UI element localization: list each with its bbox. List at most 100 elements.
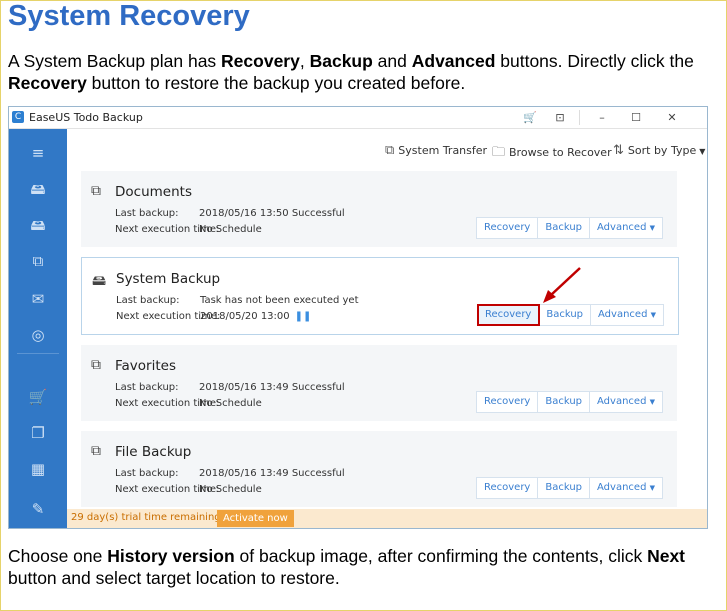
browse-to-recover-label: Browse to Recover	[509, 146, 612, 159]
intro-bold-backup: Backup	[309, 51, 373, 71]
last-backup-row: Last backup: 2018/05/16 13:49 Successful	[115, 468, 345, 479]
close-icon[interactable]: ✕	[659, 109, 685, 126]
sort-by-type-button[interactable]: ⇅ Sort by Type ▼	[613, 143, 705, 158]
plan-card-file-backup[interactable]: ⧉ File Backup Last backup: 2018/05/16 13:…	[81, 431, 677, 507]
advanced-button[interactable]: Advanced ▼	[590, 478, 662, 498]
next-execution-value: 2018/05/20 13:00	[200, 311, 290, 322]
recovery-button[interactable]: Recovery	[477, 218, 539, 238]
last-backup-label: Last backup:	[115, 208, 179, 219]
last-backup-row: Last backup: 2018/05/16 13:49 Successful	[115, 382, 345, 393]
last-backup-value: 2018/05/16 13:50 Successful	[199, 208, 345, 219]
maximize-icon[interactable]: ☐	[623, 109, 649, 126]
smart-backup-icon[interactable]: ◎	[9, 325, 67, 345]
plan-card-system-backup[interactable]: 🖴 System Backup Last backup: Task has not…	[81, 257, 679, 335]
minimize-icon[interactable]: –	[589, 109, 615, 126]
intro-paragraph: A System Backup plan has Recovery, Backu…	[8, 50, 713, 94]
file-backup-icon: ⧉	[91, 443, 101, 459]
folder-icon: 🗀	[492, 145, 506, 160]
title-bar: C EaseUS Todo Backup 🛒 ⊡ – ☐ ✕	[9, 107, 707, 129]
last-backup-value: 2018/05/16 13:49 Successful	[199, 468, 345, 479]
advanced-label: Advanced	[597, 482, 647, 493]
sort-by-type-label: Sort by Type	[627, 144, 697, 157]
system-backup-icon[interactable]: 🖴	[9, 215, 67, 235]
chevron-down-icon: ▼	[649, 398, 655, 406]
sidebar-divider	[17, 353, 59, 354]
favorites-icon: ⧉	[91, 357, 101, 373]
backup-button[interactable]: Backup	[539, 305, 592, 325]
chevron-down-icon: ▼	[649, 224, 655, 232]
chevron-down-icon: ▼	[699, 147, 706, 156]
plan-name: System Backup	[116, 271, 221, 287]
plan-actions: Recovery Backup Advanced ▼	[475, 217, 663, 239]
plan-actions: Recovery Backup Advanced ▼	[475, 391, 663, 413]
backup-button[interactable]: Backup	[538, 478, 591, 498]
system-backup-icon: 🖴	[92, 273, 107, 289]
next-execution-value: No Schedule	[199, 484, 262, 495]
mail-backup-icon[interactable]: ✉	[9, 289, 67, 309]
intro-text-4: buttons. Directly click the	[495, 51, 694, 71]
plan-actions: Recovery Backup Advanced ▼	[476, 304, 664, 326]
recovery-button[interactable]: Recovery	[476, 304, 541, 326]
advanced-button[interactable]: Advanced ▼	[590, 218, 662, 238]
outro-text-2: of backup image, after confirming the co…	[234, 546, 648, 566]
activate-now-button[interactable]: Activate now	[217, 510, 294, 527]
system-transfer-icon: ⧉	[385, 143, 395, 158]
settings-wrench-icon[interactable]: ✎	[9, 499, 67, 519]
plan-name: Favorites	[115, 358, 176, 374]
browse-to-recover-button[interactable]: 🗀 Browse to Recover	[492, 143, 612, 165]
system-transfer-button[interactable]: ⧉ System Transfer	[385, 143, 487, 158]
pause-icon[interactable]: ❚❚	[295, 311, 312, 322]
status-bar: 29 day(s) trial time remaining. Activate…	[67, 509, 707, 528]
outro-bold-next: Next	[647, 546, 686, 566]
advanced-button[interactable]: Advanced ▼	[591, 305, 663, 325]
backup-button[interactable]: Backup	[538, 218, 591, 238]
intro-text-2: ,	[299, 51, 310, 71]
cart-icon[interactable]: 🛒	[9, 387, 67, 407]
last-backup-label: Last backup:	[116, 295, 180, 306]
disk-backup-icon[interactable]: 🖴	[9, 179, 67, 199]
plan-actions: Recovery Backup Advanced ▼	[475, 477, 663, 499]
plan-card-documents[interactable]: ⧉ Documents Last backup: 2018/05/16 13:50…	[81, 171, 677, 247]
clone-icon[interactable]: ❐	[9, 423, 67, 443]
last-backup-label: Last backup:	[115, 468, 179, 479]
chevron-down-icon: ▼	[649, 484, 655, 492]
outro-bold-history-version: History version	[107, 546, 235, 566]
intro-text-3: and	[372, 51, 412, 71]
plan-card-favorites[interactable]: ⧉ Favorites Last backup: 2018/05/16 13:49…	[81, 345, 677, 421]
recovery-button[interactable]: Recovery	[477, 392, 539, 412]
advanced-label: Advanced	[598, 309, 648, 320]
last-backup-value: Task has not been executed yet	[200, 295, 359, 306]
next-execution-label: Next execution time:	[115, 484, 220, 495]
last-backup-row: Last backup: 2018/05/16 13:50 Successful	[115, 208, 345, 219]
outro-text-3: button and select target location to res…	[8, 568, 340, 588]
next-execution-value: No Schedule	[199, 224, 262, 235]
advanced-label: Advanced	[597, 222, 647, 233]
chevron-down-icon: ▼	[650, 311, 656, 319]
app-window: C EaseUS Todo Backup 🛒 ⊡ – ☐ ✕ ≡ 🖴 🖴 ⧉ ✉…	[8, 106, 708, 529]
intro-bold-recovery-2: Recovery	[8, 73, 87, 93]
restore-icon[interactable]: ⊡	[547, 109, 573, 126]
backup-button[interactable]: Backup	[538, 392, 591, 412]
advanced-button[interactable]: Advanced ▼	[590, 392, 662, 412]
next-execution-row: Next execution time:No Schedule	[115, 484, 262, 495]
advanced-label: Advanced	[597, 396, 647, 407]
plan-name: File Backup	[115, 444, 192, 460]
sidebar: ≡ 🖴 🖴 ⧉ ✉ ◎ 🛒 ❐ ▦ ✎	[9, 129, 67, 528]
recovery-button[interactable]: Recovery	[477, 478, 539, 498]
title-separator	[579, 110, 580, 125]
file-backup-icon[interactable]: ⧉	[9, 251, 67, 271]
sort-icon: ⇅	[613, 143, 624, 158]
last-backup-row: Last backup: Task has not been executed y…	[116, 295, 359, 306]
page-title: System Recovery	[8, 0, 250, 32]
main-content: ⧉ System Transfer 🗀 Browse to Recover ⇅ Sor…	[67, 129, 707, 528]
intro-bold-advanced: Advanced	[411, 51, 496, 71]
next-execution-value: No Schedule	[199, 398, 262, 409]
outro-text-1: Choose one	[8, 546, 108, 566]
menu-icon[interactable]: ≡	[9, 143, 67, 163]
next-execution-label: Next execution time:	[115, 224, 220, 235]
intro-bold-recovery: Recovery	[221, 51, 300, 71]
cart-icon[interactable]: 🛒	[517, 109, 543, 126]
next-execution-row: Next execution time:No Schedule	[115, 224, 262, 235]
next-execution-row: Next execution time:No Schedule	[115, 398, 262, 409]
tools-icon[interactable]: ▦	[9, 459, 67, 479]
